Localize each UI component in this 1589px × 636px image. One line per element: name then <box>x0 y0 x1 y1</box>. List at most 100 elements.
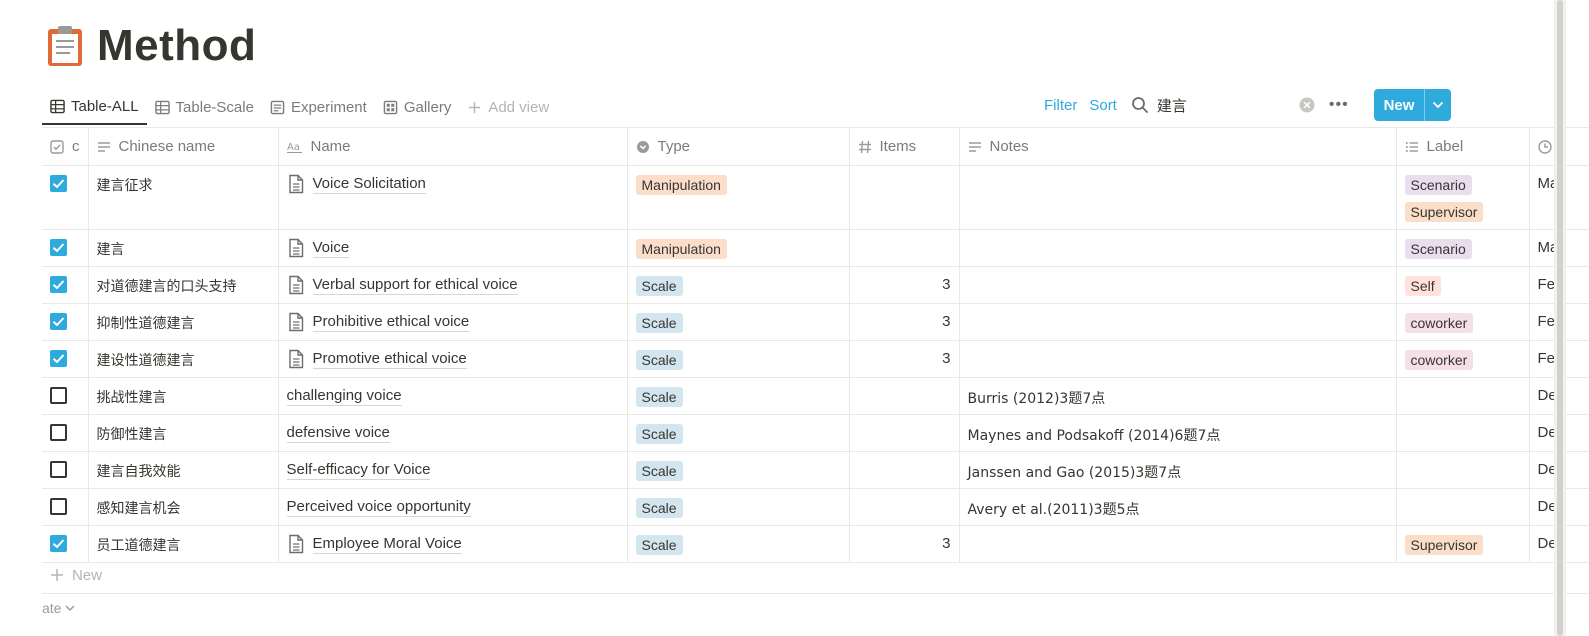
items-cell[interactable] <box>849 229 960 267</box>
row-title-link[interactable]: Verbal support for ethical voice <box>312 276 518 295</box>
row-title-link[interactable]: defensive voice <box>286 424 390 443</box>
type-cell[interactable]: Manipulation <box>627 229 850 267</box>
items-cell[interactable] <box>849 165 960 230</box>
sort-button[interactable]: Sort <box>1083 97 1123 114</box>
label-tag[interactable]: Scenario <box>1404 239 1472 259</box>
type-tag[interactable]: Manipulation <box>635 239 727 259</box>
label-cell[interactable] <box>1396 414 1530 452</box>
column-header-chinese-name[interactable]: Chinese name <box>88 127 279 166</box>
row-checkbox[interactable] <box>50 461 67 478</box>
label-cell[interactable]: Scenario <box>1396 229 1530 267</box>
table-row[interactable]: 建言 Voice Manipulation Scenario Ma <box>42 229 1589 267</box>
type-tag[interactable]: Scale <box>635 276 683 296</box>
notes-cell[interactable] <box>959 266 1397 304</box>
column-header-items[interactable]: Items <box>849 127 960 166</box>
items-cell[interactable] <box>849 488 960 526</box>
column-header-notes[interactable]: Notes <box>959 127 1397 166</box>
row-title-link[interactable]: Perceived voice opportunity <box>286 498 471 517</box>
type-cell[interactable]: Scale <box>627 340 850 378</box>
row-checkbox[interactable] <box>50 276 67 293</box>
checkbox-cell[interactable] <box>42 165 89 230</box>
name-cell[interactable]: Voice Solicitation <box>278 165 628 230</box>
scrollbar-thumb[interactable] <box>1557 0 1563 636</box>
name-cell[interactable]: Promotive ethical voice <box>278 340 628 378</box>
type-tag[interactable]: Scale <box>635 424 683 444</box>
type-cell[interactable]: Scale <box>627 303 850 341</box>
label-cell[interactable] <box>1396 488 1530 526</box>
name-cell[interactable]: Voice <box>278 229 628 267</box>
table-row[interactable]: 建设性道德建言 Promotive ethical voice Scale 3 cowo… <box>42 340 1589 378</box>
column-header-label[interactable]: Label <box>1396 127 1530 166</box>
chinese-name-cell[interactable]: 防御性建言 <box>88 414 279 452</box>
row-title-link[interactable]: challenging voice <box>286 387 402 406</box>
notes-cell[interactable] <box>959 165 1397 230</box>
tab-experiment[interactable]: Experiment <box>262 89 375 125</box>
vertical-scrollbar[interactable] <box>1554 0 1566 636</box>
column-header-checkbox[interactable]: c <box>42 127 89 166</box>
table-row[interactable]: 建言自我效能 Self-efficacy for Voice Scale Jansse… <box>42 451 1589 489</box>
more-options-icon[interactable]: ••• <box>1329 96 1349 114</box>
type-cell[interactable]: Scale <box>627 414 850 452</box>
row-checkbox[interactable] <box>50 313 67 330</box>
chinese-name-cell[interactable]: 建言 <box>88 229 279 267</box>
row-checkbox[interactable] <box>50 175 67 192</box>
clear-search-icon[interactable] <box>1299 97 1315 113</box>
search-input[interactable] <box>1154 95 1299 115</box>
name-cell[interactable]: Prohibitive ethical voice <box>278 303 628 341</box>
filter-button[interactable]: Filter <box>1038 97 1083 114</box>
page-title[interactable]: Method <box>97 21 256 71</box>
label-tag[interactable]: Supervisor <box>1404 535 1484 555</box>
label-cell[interactable]: coworker <box>1396 303 1530 341</box>
items-cell[interactable]: 3 <box>849 266 960 304</box>
type-tag[interactable]: Scale <box>635 313 683 333</box>
name-cell[interactable]: Verbal support for ethical voice <box>278 266 628 304</box>
label-cell[interactable]: Self <box>1396 266 1530 304</box>
row-checkbox[interactable] <box>50 424 67 441</box>
type-cell[interactable]: Manipulation <box>627 165 850 230</box>
table-row[interactable]: 抑制性道德建言 Prohibitive ethical voice Scale 3 co… <box>42 303 1589 341</box>
checkbox-cell[interactable] <box>42 488 89 526</box>
row-checkbox[interactable] <box>50 350 67 367</box>
table-row[interactable]: 挑战性建言 challenging voice Scale Burris (2012)… <box>42 377 1589 415</box>
type-tag[interactable]: Scale <box>635 461 683 481</box>
name-cell[interactable]: challenging voice <box>278 377 628 415</box>
type-tag[interactable]: Scale <box>635 498 683 518</box>
chinese-name-cell[interactable]: 感知建言机会 <box>88 488 279 526</box>
row-title-link[interactable]: Promotive ethical voice <box>312 350 467 369</box>
checkbox-cell[interactable] <box>42 303 89 341</box>
items-cell[interactable] <box>849 414 960 452</box>
row-title-link[interactable]: Employee Moral Voice <box>312 535 462 554</box>
name-cell[interactable]: Perceived voice opportunity <box>278 488 628 526</box>
calculate-row[interactable]: ate <box>42 600 75 616</box>
items-cell[interactable] <box>849 377 960 415</box>
checkbox-cell[interactable] <box>42 229 89 267</box>
notes-cell[interactable]: Avery et al.(2011)3题5点 <box>959 488 1397 526</box>
row-title-link[interactable]: Self-efficacy for Voice <box>286 461 431 480</box>
clipboard-icon[interactable] <box>45 24 85 68</box>
chinese-name-cell[interactable]: 抑制性道德建言 <box>88 303 279 341</box>
label-tag[interactable]: coworker <box>1404 313 1474 333</box>
row-checkbox[interactable] <box>50 498 67 515</box>
notes-cell[interactable] <box>959 303 1397 341</box>
type-tag[interactable]: Manipulation <box>635 175 727 195</box>
name-cell[interactable]: defensive voice <box>278 414 628 452</box>
new-button[interactable]: New <box>1374 89 1451 121</box>
items-cell[interactable]: 3 <box>849 340 960 378</box>
chinese-name-cell[interactable]: 建设性道德建言 <box>88 340 279 378</box>
label-tag[interactable]: Supervisor <box>1404 202 1484 222</box>
row-title-link[interactable]: Prohibitive ethical voice <box>312 313 470 332</box>
search-icon[interactable] <box>1131 96 1149 114</box>
notes-cell[interactable]: Burris (2012)3题7点 <box>959 377 1397 415</box>
chinese-name-cell[interactable]: 对道德建言的口头支持 <box>88 266 279 304</box>
type-cell[interactable]: Scale <box>627 377 850 415</box>
label-tag[interactable]: Scenario <box>1404 175 1472 195</box>
tab-table-scale[interactable]: Table-Scale <box>147 89 262 125</box>
row-checkbox[interactable] <box>50 239 67 256</box>
label-cell[interactable] <box>1396 451 1530 489</box>
checkbox-cell[interactable] <box>42 377 89 415</box>
notes-cell[interactable]: Maynes and Podsakoff (2014)6题7点 <box>959 414 1397 452</box>
chinese-name-cell[interactable]: 建言征求 <box>88 165 279 230</box>
label-cell[interactable] <box>1396 377 1530 415</box>
tab-gallery[interactable]: Gallery <box>375 89 460 125</box>
label-cell[interactable]: Scenario Supervisor <box>1396 165 1530 230</box>
